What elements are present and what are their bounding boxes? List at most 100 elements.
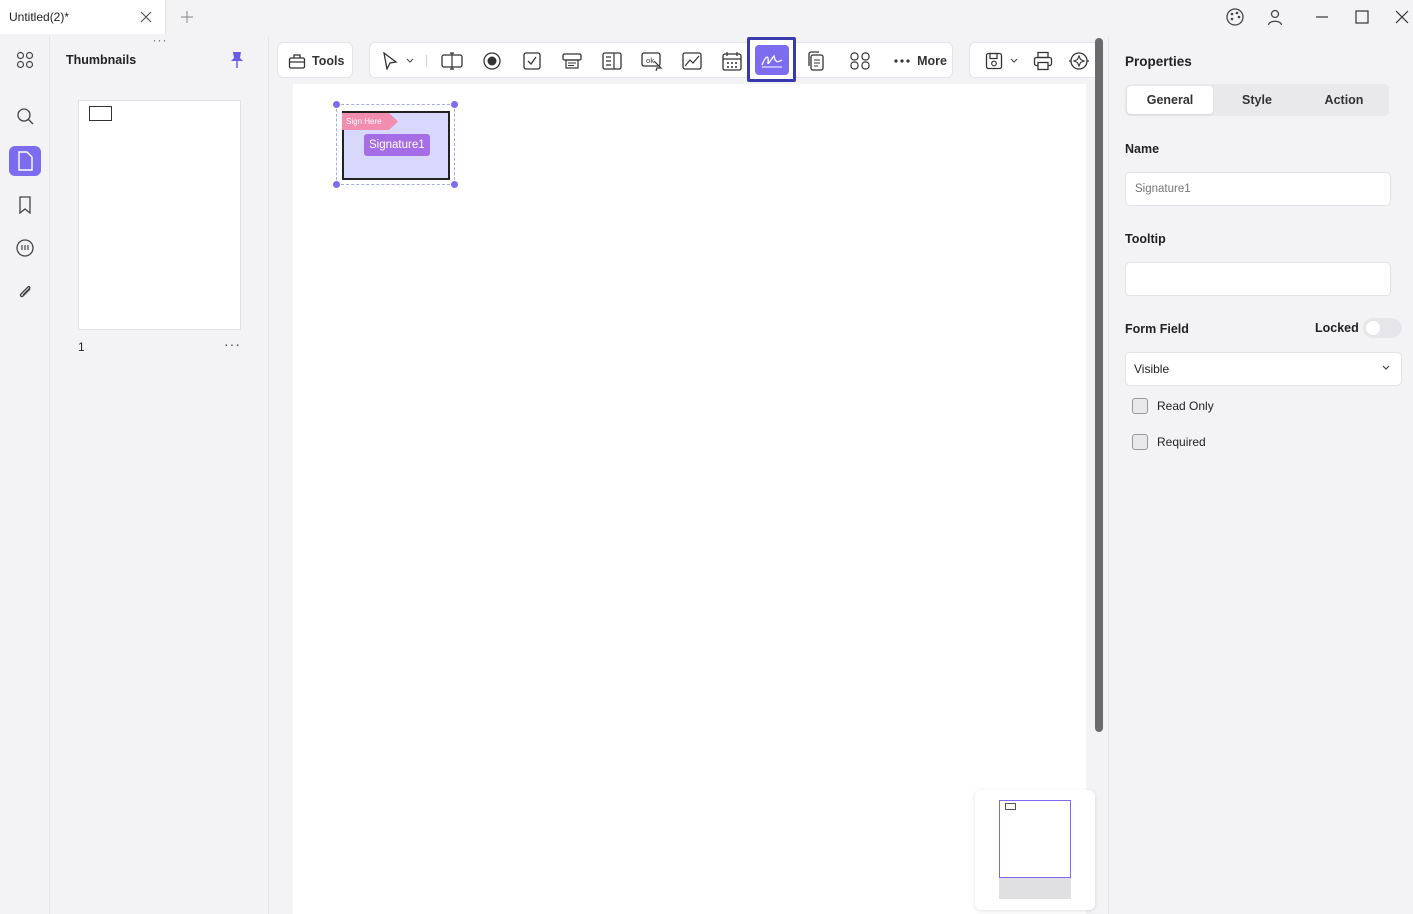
tooltip-field[interactable]	[1125, 262, 1391, 296]
toolbar: Tools ok	[271, 36, 1104, 84]
list-box-icon	[602, 52, 622, 70]
more-button[interactable]: More	[890, 46, 950, 76]
text-field-icon	[441, 52, 463, 70]
tooltip-label: Tooltip	[1125, 232, 1166, 246]
signature-field-button[interactable]	[747, 37, 796, 82]
minimap-field-preview	[1005, 803, 1016, 810]
document-tab[interactable]: Untitled(2)*	[0, 0, 166, 34]
pointer-icon	[381, 52, 399, 70]
read-only-option[interactable]: Read Only	[1132, 398, 1214, 414]
close-window-icon[interactable]	[1391, 6, 1413, 28]
form-field-label: Form Field	[1125, 322, 1189, 336]
resize-handle[interactable]	[451, 181, 458, 188]
arrange-tool[interactable]	[844, 46, 876, 76]
apps-icon[interactable]	[9, 45, 41, 75]
new-tab-icon[interactable]	[178, 8, 196, 26]
tab-action[interactable]: Action	[1301, 86, 1387, 114]
required-label: Required	[1157, 435, 1206, 449]
checkbox-icon	[523, 52, 541, 70]
vertical-scrollbar[interactable]	[1095, 38, 1103, 732]
date-field-tool[interactable]	[716, 46, 748, 76]
grid-icon	[850, 52, 870, 70]
tools-inner: Tools	[288, 46, 344, 76]
more-label: More	[917, 54, 947, 68]
save-icon	[985, 52, 1003, 70]
toolbar-divider	[426, 55, 427, 67]
duplicate-tool[interactable]	[800, 46, 832, 76]
thumbnails-panel: ··· Thumbnails 1 ···	[51, 36, 269, 914]
minimize-icon[interactable]	[1311, 6, 1333, 28]
resize-handle[interactable]	[451, 101, 458, 108]
print-button[interactable]	[1028, 46, 1058, 76]
image-field-tool[interactable]	[676, 46, 708, 76]
form-tools-group: ok More	[369, 42, 953, 78]
attachment-icon[interactable]	[9, 277, 41, 307]
maximize-icon[interactable]	[1351, 6, 1373, 28]
list-box-tool[interactable]	[596, 46, 628, 76]
signature-field-label: Signature1	[364, 134, 430, 156]
radio-button-tool[interactable]	[476, 46, 508, 76]
print-icon	[1033, 51, 1053, 71]
required-checkbox[interactable]	[1132, 434, 1148, 450]
locked-label: Locked	[1315, 321, 1359, 335]
svg-text:ok: ok	[646, 57, 655, 65]
tools-button[interactable]: Tools	[277, 42, 353, 78]
properties-tabs: General Style Action	[1125, 84, 1389, 116]
page-minimap[interactable]	[975, 790, 1095, 910]
locked-toggle[interactable]	[1363, 318, 1402, 338]
file-tools-group	[969, 42, 1101, 78]
save-button[interactable]	[980, 46, 1024, 76]
more-dots-icon	[893, 58, 911, 64]
thumbnail-field-preview	[89, 106, 112, 121]
pin-icon[interactable]	[229, 51, 245, 69]
button-tool[interactable]: ok	[636, 46, 668, 76]
signature-field-inner	[755, 45, 789, 75]
image-field-icon	[682, 52, 702, 70]
resize-handle[interactable]	[333, 101, 340, 108]
name-label: Name	[1125, 142, 1159, 156]
comments-icon[interactable]	[9, 233, 41, 263]
radio-button-icon	[482, 51, 502, 71]
account-icon[interactable]	[1264, 6, 1286, 28]
minimap-viewport[interactable]	[999, 800, 1071, 878]
read-only-label: Read Only	[1157, 399, 1214, 413]
thumbnails-icon[interactable]	[9, 146, 41, 176]
chevron-down-icon[interactable]	[405, 56, 415, 66]
ai-assistant-button[interactable]	[1064, 46, 1094, 76]
document-page[interactable]	[293, 84, 1086, 914]
chevron-down-icon	[1380, 362, 1392, 374]
title-bar: Untitled(2)*	[0, 0, 1413, 34]
select-tool-button[interactable]	[378, 46, 418, 76]
drag-handle-icon[interactable]: ···	[150, 36, 170, 46]
combo-box-icon	[562, 52, 582, 70]
visibility-select[interactable]: Visible	[1125, 352, 1402, 386]
properties-panel: Properties General Style Action Name Sig…	[1108, 36, 1413, 914]
left-rail	[0, 36, 50, 914]
duplicate-icon	[807, 51, 825, 71]
resize-handle[interactable]	[333, 181, 340, 188]
minimap-next-page	[999, 876, 1071, 899]
required-option[interactable]: Required	[1132, 434, 1206, 450]
tab-general[interactable]: General	[1127, 86, 1213, 114]
checkbox-tool[interactable]	[516, 46, 548, 76]
text-field-button[interactable]	[436, 46, 468, 76]
name-field[interactable]: Signature1	[1125, 172, 1391, 206]
read-only-checkbox[interactable]	[1132, 398, 1148, 414]
ai-icon	[1068, 50, 1090, 72]
combo-box-tool[interactable]	[556, 46, 588, 76]
button-icon: ok	[641, 51, 663, 71]
sign-here-tag: Sign Here	[342, 113, 398, 130]
search-icon[interactable]	[9, 101, 41, 131]
page-thumbnail[interactable]	[78, 100, 241, 330]
bookmark-icon[interactable]	[9, 190, 41, 220]
visibility-value: Visible	[1134, 362, 1169, 376]
page-more-icon[interactable]: ···	[224, 336, 241, 352]
chevron-down-icon[interactable]	[1009, 56, 1019, 66]
properties-title: Properties	[1125, 54, 1192, 69]
close-tab-icon[interactable]	[139, 10, 153, 24]
tab-style[interactable]: Style	[1214, 86, 1300, 114]
toggle-knob	[1366, 321, 1380, 335]
thumbnails-title: Thumbnails	[66, 53, 136, 67]
theme-icon[interactable]	[1224, 6, 1246, 28]
tools-label: Tools	[312, 54, 344, 68]
